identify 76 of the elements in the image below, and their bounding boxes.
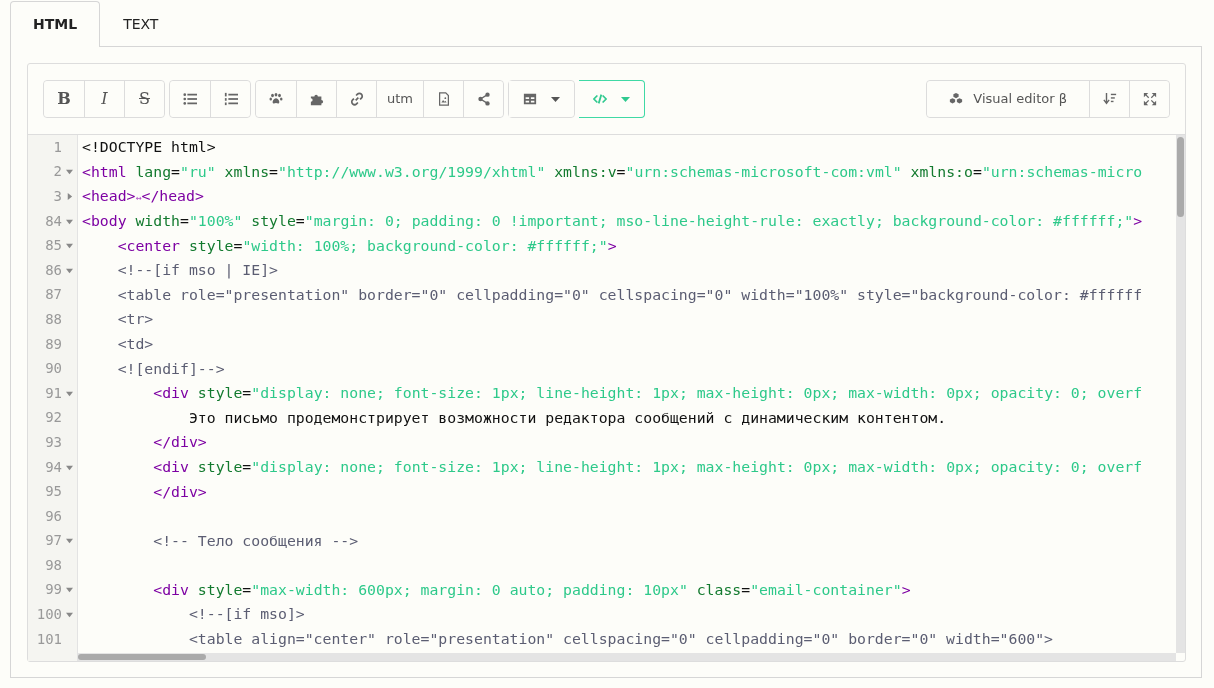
code-line: <![endif]--> xyxy=(116,358,225,379)
fold-toggle-icon[interactable] xyxy=(65,168,73,176)
fold-toggle-icon[interactable] xyxy=(65,242,73,250)
code-icon xyxy=(593,92,607,106)
tab[interactable]: HTML xyxy=(10,1,101,47)
table-icon xyxy=(523,92,537,106)
code-line: <head>↔</head> xyxy=(82,186,204,207)
line-number: 3 xyxy=(53,187,62,206)
line-number: 98 xyxy=(45,555,62,575)
code-line: <!--[if mso | IE]> xyxy=(116,260,278,281)
fold-toggle-icon[interactable] xyxy=(65,193,73,200)
fold-toggle-icon[interactable] xyxy=(65,463,73,471)
code-line: </div> xyxy=(152,432,207,453)
numbered-list-icon xyxy=(223,92,238,106)
sort-descending-icon xyxy=(1102,92,1117,106)
image-file-icon xyxy=(436,92,451,106)
caret-icon xyxy=(551,96,560,102)
line-number: 90 xyxy=(45,359,62,379)
fold-toggle-icon[interactable] xyxy=(65,586,73,594)
line-number: 95 xyxy=(45,482,62,502)
share-button[interactable] xyxy=(463,81,503,117)
line-number: 85 xyxy=(45,236,62,256)
fullscreen-button[interactable] xyxy=(1129,81,1169,117)
fold-toggle-icon[interactable] xyxy=(65,611,73,619)
numbered-list-button[interactable] xyxy=(210,81,250,117)
line-number: 96 xyxy=(45,506,62,526)
line-number: 99 xyxy=(45,580,62,600)
line-number: 100 xyxy=(36,605,62,625)
fullscreen-icon xyxy=(1142,92,1157,106)
table-dropdown-button[interactable] xyxy=(509,81,574,117)
caret-icon xyxy=(621,96,630,102)
code-line: </div> xyxy=(152,481,207,502)
code-line: Это письмо продемонстрирует возможности редактора сообщений с динамическим контентом. xyxy=(187,407,947,428)
code-line: <center style="width: 100%; background-color: #ffffff;"> xyxy=(116,235,617,256)
fold-toggle-icon[interactable] xyxy=(65,266,73,274)
code-line: <!DOCTYPE html> xyxy=(82,137,216,158)
code-line: <div style="display: none; font-size: 1px; line-height: 1px; max-height: 0px; max-width: 0px; opacity: 0; overf xyxy=(152,456,1143,477)
code-line: <td> xyxy=(116,333,154,354)
line-number: 87 xyxy=(45,285,62,305)
puzzle-piece-icon xyxy=(309,92,324,106)
code-line: <div style="display: none; font-size: 1px; line-height: 1px; max-height: 0px; max-width: 0px; opacity: 0; overf xyxy=(152,383,1143,404)
code-line: <html lang="ru" xmlns="http://www.w3.org/1999/xhtml" xmlns:v="urn:schemas-microsoft-com:vml" xmlns:o="urn:schemas-micro xyxy=(82,161,1143,182)
line-number: 88 xyxy=(45,309,62,329)
paw-icon xyxy=(269,92,283,106)
code-dropdown-button[interactable] xyxy=(579,80,645,118)
tab[interactable]: TEXT xyxy=(100,1,182,47)
link-icon xyxy=(349,92,364,106)
strikethrough-button[interactable]: S xyxy=(124,81,164,117)
line-number: 93 xyxy=(45,432,62,452)
vertical-scrollbar[interactable] xyxy=(1176,135,1185,653)
line-number: 101 xyxy=(36,629,62,649)
line-number: 97 xyxy=(45,531,62,551)
code-line: <table align="center" role="presentation" cellspacing="0" cellpadding="0" border="0" width="600"> xyxy=(187,629,1054,650)
scrollbar-thumb[interactable] xyxy=(1177,137,1184,217)
code-line: <tr> xyxy=(116,309,154,330)
line-number: 1 xyxy=(53,137,62,157)
code-line: <!--[if mso]> xyxy=(187,604,305,625)
line-number: 86 xyxy=(45,260,62,280)
code-line: <div style="max-width: 600px; margin: 0 auto; padding: 10px" class="email-container"> xyxy=(152,579,911,600)
code-line: <body width="100%" style="margin: 0; padding: 0 !important; mso-line-height-rule: exactly; background-color: #ffffff;"> xyxy=(82,211,1143,231)
line-number: 84 xyxy=(45,211,62,231)
code-line: <table role="presentation" border="0" cellpadding="0" cellspacing="0" width="100%" style="background-color: #ffffff xyxy=(116,284,1143,305)
fold-toggle-icon[interactable] xyxy=(65,217,73,225)
scrollbar-thumb[interactable] xyxy=(78,654,206,660)
bullet-list-icon xyxy=(183,92,197,106)
share-icon xyxy=(476,92,491,106)
line-number: 91 xyxy=(45,383,62,403)
code-line: <!-- Тело сообщения --> xyxy=(152,530,359,551)
fold-toggle-icon[interactable] xyxy=(65,537,73,545)
fold-toggle-icon[interactable] xyxy=(65,389,73,397)
line-number: 94 xyxy=(45,457,62,477)
line-number: 92 xyxy=(45,408,62,428)
horizontal-scrollbar[interactable] xyxy=(78,653,1176,661)
cubes-icon xyxy=(949,92,964,106)
line-number: 89 xyxy=(45,334,62,354)
line-number: 2 xyxy=(53,162,62,182)
